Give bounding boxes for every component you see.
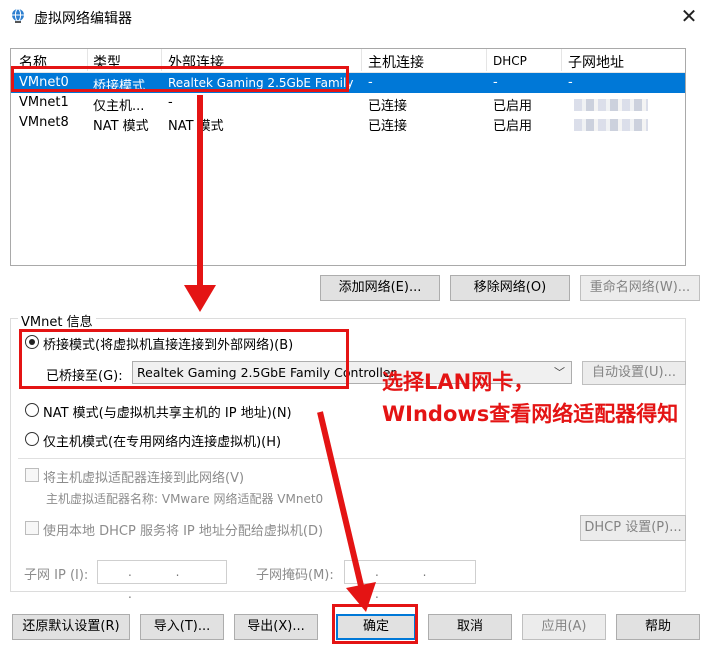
annotation-text-line2: WIndows查看网络适配器得知 (382, 402, 679, 426)
annotation-arrows (184, 95, 376, 612)
annotation-text-line1: 选择LAN网卡， (382, 370, 535, 394)
arrow-down-icon (346, 582, 376, 612)
arrow-down-icon (184, 285, 216, 312)
